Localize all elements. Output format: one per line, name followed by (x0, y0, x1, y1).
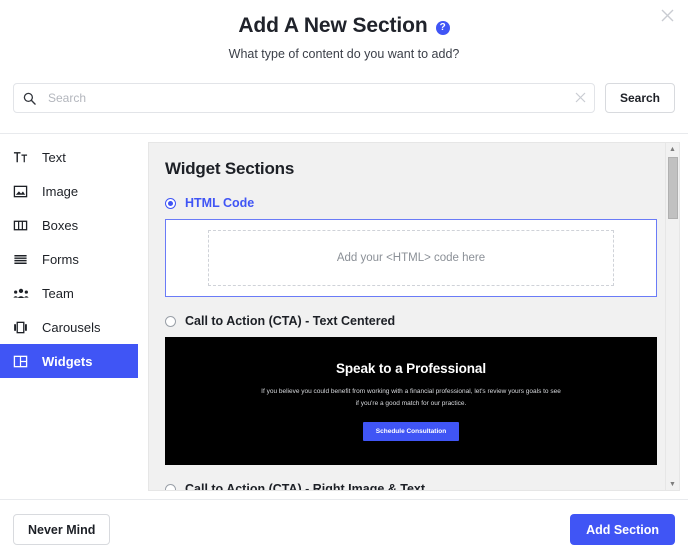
chevron-up-icon[interactable]: ▲ (666, 143, 679, 155)
dialog-body: Text Image Boxes Forms Team Carousels Wi… (0, 133, 688, 499)
section-list-inner: Widget Sections HTML Code Add your <HTML… (149, 143, 679, 490)
option-label: HTML Code (185, 196, 255, 210)
never-mind-button[interactable]: Never Mind (13, 514, 111, 545)
search-field[interactable] (13, 83, 595, 113)
cta-body-text: If you believe you could benefit from wo… (261, 388, 561, 407)
sidebar-item-label: Carousels (42, 319, 101, 335)
sidebar-item-boxes[interactable]: Boxes (0, 208, 138, 242)
option-label: Call to Action (CTA) - Right Image & Tex… (185, 482, 426, 491)
sidebar-item-label: Team (42, 285, 74, 301)
sidebar-item-team[interactable]: Team (0, 276, 138, 310)
html-code-editor[interactable]: Add your <HTML> code here (165, 219, 657, 297)
option-html-code[interactable]: HTML Code (165, 196, 657, 210)
option-cta-right-image-text[interactable]: Call to Action (CTA) - Right Image & Tex… (165, 482, 657, 491)
panel-title: Widget Sections (165, 159, 295, 178)
clear-x-icon[interactable] (568, 91, 594, 106)
boxes-columns-icon (12, 217, 29, 234)
close-icon[interactable] (656, 4, 678, 26)
search-icon (14, 92, 44, 105)
section-list-wrap: Widget Sections HTML Code Add your <HTML… (138, 134, 688, 499)
image-icon (12, 183, 29, 200)
widgets-grid-icon (12, 353, 29, 370)
radio-html-code[interactable] (165, 197, 176, 209)
sidebar-item-label: Forms (42, 251, 79, 267)
category-sidebar: Text Image Boxes Forms Team Carousels Wi… (0, 134, 138, 499)
dialog-header: Add A New Section ? What type of content… (0, 0, 688, 61)
page-title: Add A New Section (238, 14, 428, 37)
sidebar-item-label: Image (42, 183, 79, 199)
search-input[interactable] (44, 91, 568, 105)
sidebar-item-label: Text (42, 149, 66, 165)
forms-lines-icon (12, 251, 29, 268)
sidebar-item-forms[interactable]: Forms (0, 242, 138, 276)
panel-scrollbar[interactable]: ▲ ▼ (665, 143, 679, 490)
question-circle-icon[interactable]: ? (435, 21, 450, 35)
search-row: Search (0, 83, 688, 113)
text-format-icon (12, 149, 29, 166)
team-people-icon (12, 285, 29, 302)
add-section-button[interactable]: Add Section (570, 514, 675, 545)
cta-heading: Speak to a Professional (335, 361, 486, 377)
scrollbar-thumb[interactable] (668, 157, 678, 219)
cta-preview[interactable]: Speak to a Professional If you believe y… (165, 337, 657, 465)
sidebar-item-label: Boxes (42, 217, 79, 233)
carousel-icon (12, 319, 29, 336)
sidebar-item-image[interactable]: Image (0, 174, 138, 208)
sidebar-item-carousels[interactable]: Carousels (0, 310, 138, 344)
chevron-down-icon[interactable]: ▼ (666, 478, 679, 490)
sidebar-item-widgets[interactable]: Widgets (0, 344, 138, 378)
search-button[interactable]: Search (604, 83, 675, 113)
section-list-panel: Widget Sections HTML Code Add your <HTML… (148, 142, 680, 491)
sidebar-item-text[interactable]: Text (0, 140, 138, 174)
dialog-subtitle: What type of content do you want to add? (228, 47, 460, 61)
cta-schedule-button[interactable]: Schedule Consultation (362, 421, 460, 441)
option-cta-text-centered[interactable]: Call to Action (CTA) - Text Centered (165, 314, 657, 328)
dialog-footer: Never Mind Add Section (0, 499, 688, 559)
option-label: Call to Action (CTA) - Text Centered (185, 314, 396, 328)
radio-cta-text-centered[interactable] (165, 315, 176, 327)
add-section-dialog: Add A New Section ? What type of content… (0, 0, 688, 559)
sidebar-item-label: Widgets (42, 353, 93, 369)
html-dropzone[interactable]: Add your <HTML> code here (208, 230, 614, 286)
title-row: Add A New Section ? (0, 14, 688, 38)
radio-cta-right-image-text[interactable] (165, 483, 176, 490)
